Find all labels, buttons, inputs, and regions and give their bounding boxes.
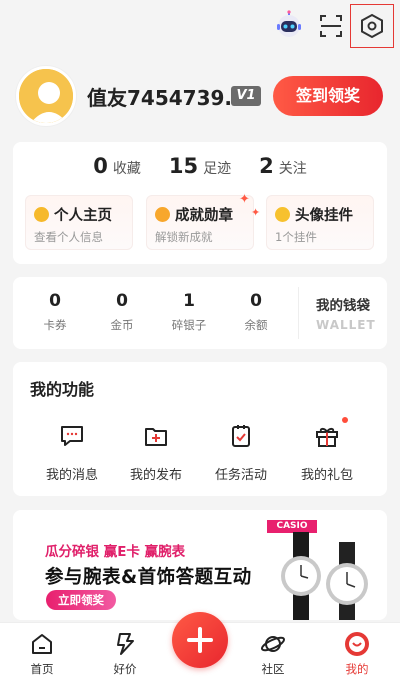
function-tasks[interactable]: 任务活动 <box>201 422 281 483</box>
message-icon <box>61 426 83 446</box>
planet-icon <box>260 636 286 652</box>
avatar[interactable] <box>16 66 76 126</box>
task-icon <box>232 425 250 447</box>
post-plus-button[interactable] <box>172 612 228 668</box>
wallet-card: 0 卡券 0 金币 1 碎银子 0 余额 我的钱袋 WALLET <box>13 277 387 349</box>
level-badge[interactable]: V1 <box>231 86 261 106</box>
watch-image <box>281 532 368 620</box>
functions-card: 我的功能 我的消息 我的发布 任务活动 我的礼包 <box>13 362 387 496</box>
banner-line1: 瓜分碎银 赢E卡 赢腕表 <box>45 544 186 560</box>
stat-history[interactable]: 15 足迹 <box>169 154 231 178</box>
feature-avatar-pendant[interactable]: 头像挂件 1个挂件 <box>266 195 374 250</box>
feature-personal-page[interactable]: 个人主页 查看个人信息 <box>25 195 133 250</box>
wallet-balance[interactable]: 0 余额 <box>226 291 286 333</box>
my-wallet-link[interactable]: 我的钱袋 <box>316 294 370 314</box>
banner-line2: 参与腕表&首饰答题互动 <box>45 567 252 588</box>
home-icon <box>32 634 52 654</box>
tab-mine[interactable]: 我的 <box>327 631 387 677</box>
tab-home[interactable]: 首页 <box>12 631 72 677</box>
top-bar <box>0 0 400 56</box>
function-gifts[interactable]: 我的礼包 <box>287 422 367 483</box>
stats-card: 0 收藏 15 足迹 2 关注 个人主页 查看个人信息 成就勋章 解锁新成就 头… <box>13 142 387 264</box>
hexagon-gear-icon <box>361 13 383 39</box>
signin-reward-button[interactable]: 签到领奖 <box>273 76 383 116</box>
stat-favorites[interactable]: 0 收藏 <box>93 154 141 178</box>
wallet-gold-coins[interactable]: 0 金币 <box>92 291 152 333</box>
wallet-subtitle: WALLET <box>316 318 376 332</box>
gift-icon <box>316 427 338 447</box>
publish-icon <box>145 428 167 446</box>
wallet-silver[interactable]: 1 碎银子 <box>159 291 219 333</box>
sparkle-icon: ✦ <box>239 192 250 207</box>
tab-community[interactable]: 社区 <box>243 631 303 677</box>
pendant-icon <box>275 207 290 222</box>
function-messages[interactable]: 我的消息 <box>32 422 112 483</box>
wallet-coupons[interactable]: 0 卡券 <box>25 291 85 333</box>
function-publish[interactable]: 我的发布 <box>116 422 196 483</box>
robot-assistant-icon[interactable] <box>272 10 306 44</box>
medal-icon <box>155 207 170 222</box>
tab-deals[interactable]: 好价 <box>95 631 155 677</box>
deal-icon <box>117 633 134 655</box>
stat-following[interactable]: 2 关注 <box>259 154 307 178</box>
username[interactable]: 值友7454739... <box>87 82 247 111</box>
feature-achievements[interactable]: 成就勋章 解锁新成就 <box>146 195 254 250</box>
profile-icon <box>345 632 369 656</box>
divider <box>298 287 299 339</box>
notification-dot <box>342 417 348 423</box>
settings-button[interactable] <box>350 4 394 48</box>
scan-icon[interactable] <box>317 12 345 40</box>
promo-banner[interactable]: 瓜分碎银 赢E卡 赢腕表 参与腕表&首饰答题互动 立即领奖 CASIO <box>13 510 387 620</box>
claim-reward-button[interactable]: 立即领奖 <box>46 590 116 610</box>
sparkle-small-icon: ✦ <box>251 206 261 219</box>
profile-header: 值友7454739... V1 签到领奖 <box>0 62 400 134</box>
plus-icon <box>187 627 213 653</box>
person-icon <box>34 207 49 222</box>
functions-title: 我的功能 <box>30 380 95 399</box>
